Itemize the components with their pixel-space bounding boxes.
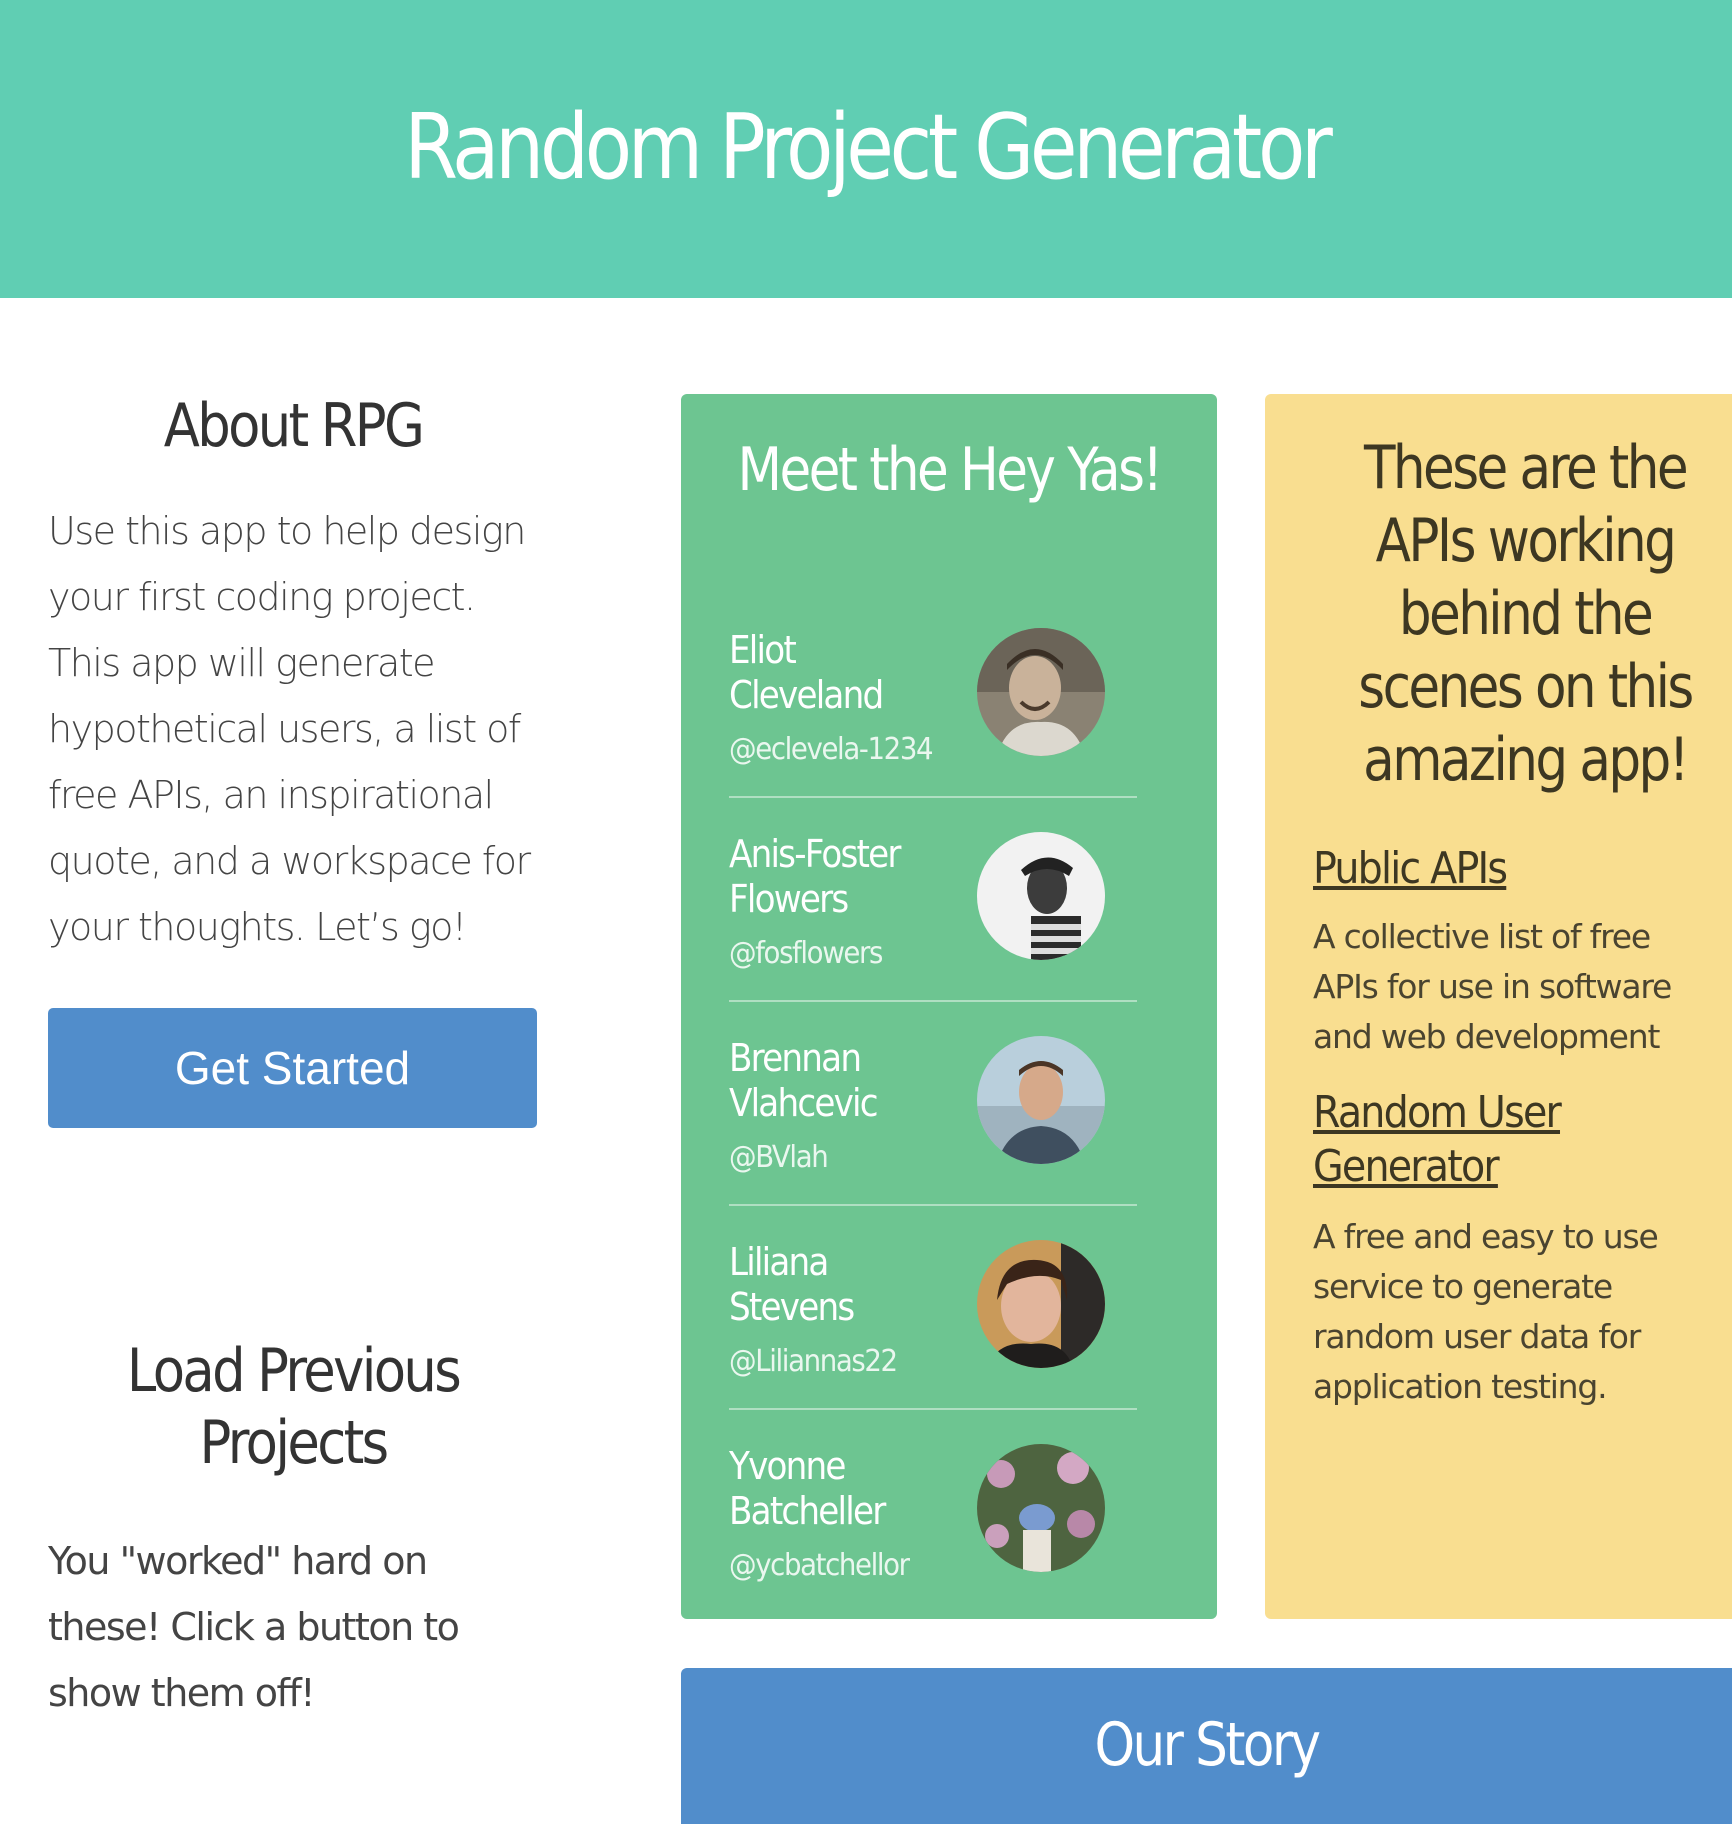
member-name: Eliot Cleveland <box>729 628 884 717</box>
avatar <box>977 832 1105 960</box>
apis-title: These are the APIs working behind the sc… <box>1358 433 1694 795</box>
avatar <box>977 628 1105 756</box>
team-member: Eliot Cleveland @eclevela-1234 <box>729 628 1137 832</box>
member-name: Anis-Foster Flowers <box>729 832 901 921</box>
api-link-public-apis[interactable]: Public APIs <box>1313 842 1508 896</box>
member-name: Brennan Vlahcevic <box>729 1036 879 1125</box>
team-title: Meet the Hey Yas! <box>737 435 1164 505</box>
member-handle: @BVlah <box>729 1140 829 1175</box>
member-name: Yvonne Batcheller <box>729 1444 886 1533</box>
apis-card: These are the APIs working behind the sc… <box>1265 394 1732 1619</box>
divider <box>729 1408 1137 1410</box>
divider <box>729 1204 1137 1206</box>
load-projects-text: You "worked" hard on these! Click a butt… <box>48 1539 460 1715</box>
load-projects-title: Load Previous Projects <box>126 1336 462 1478</box>
team-member: Liliana Stevens @Liliannas22 <box>729 1240 1137 1444</box>
about-section: About RPG Use this app to help design yo… <box>48 390 538 1128</box>
api-link-random-user-generator[interactable]: Random User Generator <box>1313 1086 1583 1194</box>
about-text: Use this app to help design your first c… <box>48 509 531 949</box>
api-description: A free and easy to use service to genera… <box>1313 1217 1659 1406</box>
member-handle: @eclevela-1234 <box>729 732 934 767</box>
our-story-section: Our Story <box>681 1668 1732 1824</box>
api-description: A collective list of free APIs for use i… <box>1313 917 1672 1056</box>
team-card: Meet the Hey Yas! Eliot Cleveland @eclev… <box>681 394 1217 1619</box>
team-member: Brennan Vlahcevic @BVlah <box>729 1036 1137 1240</box>
team-member: Anis-Foster Flowers @fosflowers <box>729 832 1137 1036</box>
member-name: Liliana Stevens <box>729 1240 855 1329</box>
team-member: Yvonne Batcheller @ycbatchellor <box>729 1444 1137 1648</box>
member-handle: @fosflowers <box>729 936 883 971</box>
avatar <box>977 1240 1105 1368</box>
divider <box>729 796 1137 798</box>
avatar <box>977 1444 1105 1572</box>
get-started-button[interactable]: Get Started <box>48 1008 537 1128</box>
site-header: Random Project Generator <box>0 0 1732 298</box>
avatar <box>977 1036 1105 1164</box>
about-title: About RPG <box>163 391 425 461</box>
member-handle: @Liliannas22 <box>729 1344 898 1379</box>
member-handle: @ycbatchellor <box>729 1548 910 1583</box>
divider <box>729 1000 1137 1002</box>
page-title: Random Project Generator <box>403 94 1333 200</box>
story-title: Our Story <box>1094 1710 1321 1780</box>
